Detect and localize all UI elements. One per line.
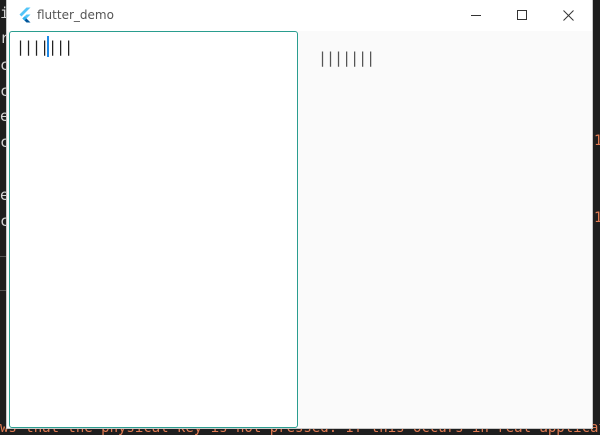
bg-right-mark: 1	[594, 210, 600, 226]
minimize-icon	[471, 15, 481, 16]
echo-text-display: |||||||	[318, 49, 375, 67]
bg-right-mark: 1	[594, 133, 600, 149]
window-titlebar[interactable]: flutter_demo	[7, 0, 592, 31]
maximize-button[interactable]	[500, 0, 546, 31]
maximize-icon	[517, 10, 527, 20]
app-content: ||||||| |||||||	[7, 31, 592, 428]
flutter-logo-icon	[17, 7, 33, 23]
desktop-screen: i r c c e c e c 1 1 ws that the physical…	[0, 0, 600, 435]
app-window: flutter_demo ||||||| |||||||	[7, 0, 592, 428]
text-input-value: |||||||	[16, 38, 73, 56]
window-title: flutter_demo	[37, 8, 114, 22]
close-button[interactable]	[546, 0, 592, 31]
text-input-field[interactable]: |||||||	[9, 31, 298, 428]
minimize-button[interactable]	[454, 0, 500, 31]
text-caret	[47, 36, 49, 57]
close-icon	[563, 10, 574, 21]
